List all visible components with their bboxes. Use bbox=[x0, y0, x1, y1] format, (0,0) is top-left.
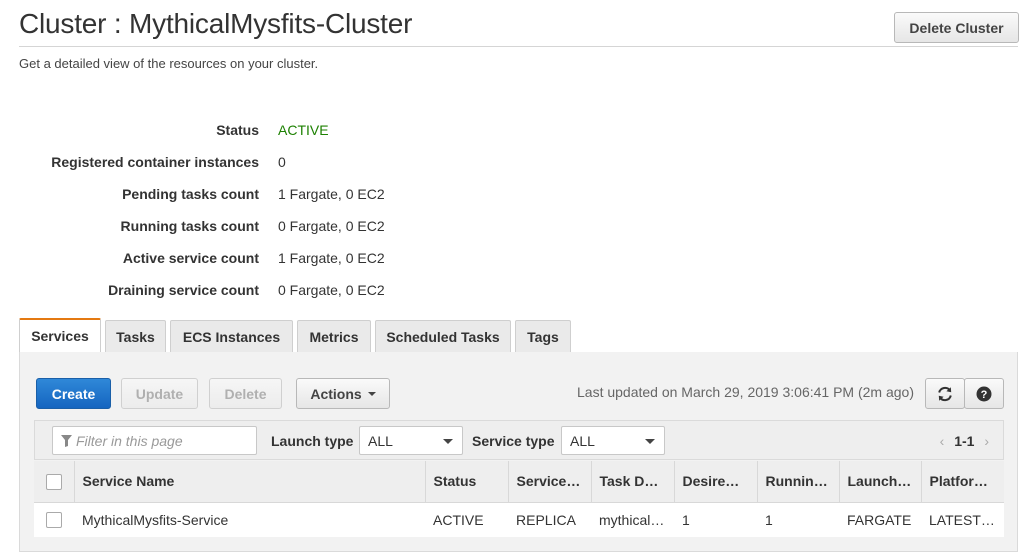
service-type: REPLICA bbox=[508, 502, 591, 537]
table-header-row: Service Name Status Service… Task D… Des… bbox=[34, 461, 1004, 503]
create-button[interactable]: Create bbox=[36, 378, 111, 409]
task-definition-link[interactable]: mythical… bbox=[591, 502, 674, 537]
detail-label: Running tasks count bbox=[120, 218, 259, 234]
column-header[interactable]: Task D… bbox=[591, 461, 675, 503]
page-title: Cluster : MythicalMysfits-Cluster bbox=[19, 8, 413, 39]
select-all-cell bbox=[34, 461, 75, 503]
detail-label: Pending tasks count bbox=[122, 186, 259, 202]
filter-placeholder: Filter in this page bbox=[76, 432, 183, 449]
status-value: ACTIVE bbox=[278, 122, 329, 138]
tab-tags[interactable]: Tags bbox=[515, 320, 571, 352]
help-button[interactable]: ? bbox=[964, 378, 1004, 409]
detail-value: 0 bbox=[278, 154, 286, 170]
column-header[interactable]: Runnin… bbox=[757, 461, 840, 503]
services-table: Service Name Status Service… Task D… Des… bbox=[34, 461, 1004, 537]
launch-type: FARGATE bbox=[839, 502, 921, 537]
svg-text:?: ? bbox=[981, 389, 988, 401]
detail-row-active-services: Active service count 1 Fargate, 0 EC2 bbox=[0, 250, 500, 270]
launch-type-select[interactable]: ALL bbox=[359, 426, 463, 455]
service-type-label: Service type bbox=[472, 433, 555, 449]
detail-row-running-tasks: Running tasks count 0 Fargate, 0 EC2 bbox=[0, 218, 500, 238]
filter-icon bbox=[61, 434, 72, 447]
detail-label: Draining service count bbox=[108, 282, 259, 298]
detail-label: Registered container instances bbox=[51, 154, 259, 170]
table-row: MythicalMysfits-Service ACTIVE REPLICA m… bbox=[34, 502, 1004, 537]
detail-row-status: Status ACTIVE bbox=[0, 122, 500, 142]
refresh-button[interactable] bbox=[925, 378, 965, 409]
page-subtitle: Get a detailed view of the resources on … bbox=[19, 56, 319, 71]
chevron-down-icon bbox=[645, 439, 655, 444]
launch-type-value: ALL bbox=[368, 432, 393, 449]
launch-type-label: Launch type bbox=[271, 433, 354, 449]
detail-value: 1 Fargate, 0 EC2 bbox=[278, 186, 385, 202]
column-header[interactable]: Launch… bbox=[839, 461, 922, 503]
running-count: 1 bbox=[757, 502, 839, 537]
chevron-right-icon[interactable]: › bbox=[984, 433, 989, 449]
column-header[interactable]: Service Name bbox=[74, 461, 426, 503]
tab-metrics[interactable]: Metrics bbox=[297, 320, 371, 352]
actions-label: Actions bbox=[310, 385, 362, 402]
detail-value: 0 Fargate, 0 EC2 bbox=[278, 218, 385, 234]
platform-version: LATEST… bbox=[921, 502, 1004, 537]
service-type-select[interactable]: ALL bbox=[561, 426, 665, 455]
detail-row-draining-services: Draining service count 0 Fargate, 0 EC2 bbox=[0, 282, 500, 302]
pagination: ‹ 1-1 › bbox=[940, 433, 989, 449]
column-header[interactable]: Service… bbox=[508, 461, 592, 503]
service-name-link[interactable]: MythicalMysfits-Service bbox=[74, 502, 425, 537]
detail-value: 0 Fargate, 0 EC2 bbox=[278, 282, 385, 298]
chevron-left-icon[interactable]: ‹ bbox=[940, 433, 945, 449]
detail-label: Active service count bbox=[122, 250, 259, 266]
desired-count: 1 bbox=[674, 502, 757, 537]
select-all-checkbox[interactable] bbox=[45, 473, 62, 490]
tab-tasks[interactable]: Tasks bbox=[105, 320, 166, 352]
row-checkbox[interactable] bbox=[46, 512, 62, 529]
page-range: 1-1 bbox=[954, 433, 975, 449]
filter-bar: Filter in this page Launch type ALL Serv… bbox=[34, 420, 1004, 460]
tab-services[interactable]: Services bbox=[19, 318, 101, 352]
row-select-cell bbox=[34, 502, 74, 537]
update-button[interactable]: Update bbox=[121, 378, 198, 409]
service-type-value: ALL bbox=[570, 432, 595, 449]
column-header[interactable]: Platfor… bbox=[921, 461, 1004, 503]
filter-input[interactable]: Filter in this page bbox=[52, 426, 257, 455]
tab-scheduled-tasks[interactable]: Scheduled Tasks bbox=[375, 320, 511, 352]
delete-button[interactable]: Delete bbox=[209, 378, 282, 409]
tab-ecs-instances[interactable]: ECS Instances bbox=[170, 320, 293, 352]
detail-value: 1 Fargate, 0 EC2 bbox=[278, 250, 385, 266]
help-icon: ? bbox=[976, 386, 992, 401]
refresh-icon bbox=[938, 386, 952, 401]
chevron-down-icon bbox=[443, 439, 453, 444]
caret-down-icon bbox=[367, 391, 376, 396]
detail-label: Status bbox=[216, 122, 259, 138]
detail-row-registered-instances: Registered container instances 0 bbox=[0, 154, 500, 174]
column-header[interactable]: Desire… bbox=[674, 461, 758, 503]
delete-cluster-button[interactable]: Delete Cluster bbox=[894, 12, 1019, 43]
services-panel: Create Update Delete Actions Last update… bbox=[19, 352, 1018, 552]
last-updated-text: Last updated on March 29, 2019 3:06:41 P… bbox=[577, 384, 914, 400]
service-status: ACTIVE bbox=[425, 502, 508, 537]
column-header[interactable]: Status bbox=[425, 461, 509, 503]
detail-row-pending-tasks: Pending tasks count 1 Fargate, 0 EC2 bbox=[0, 186, 500, 206]
title-divider bbox=[19, 46, 1018, 47]
actions-dropdown[interactable]: Actions bbox=[296, 378, 390, 409]
